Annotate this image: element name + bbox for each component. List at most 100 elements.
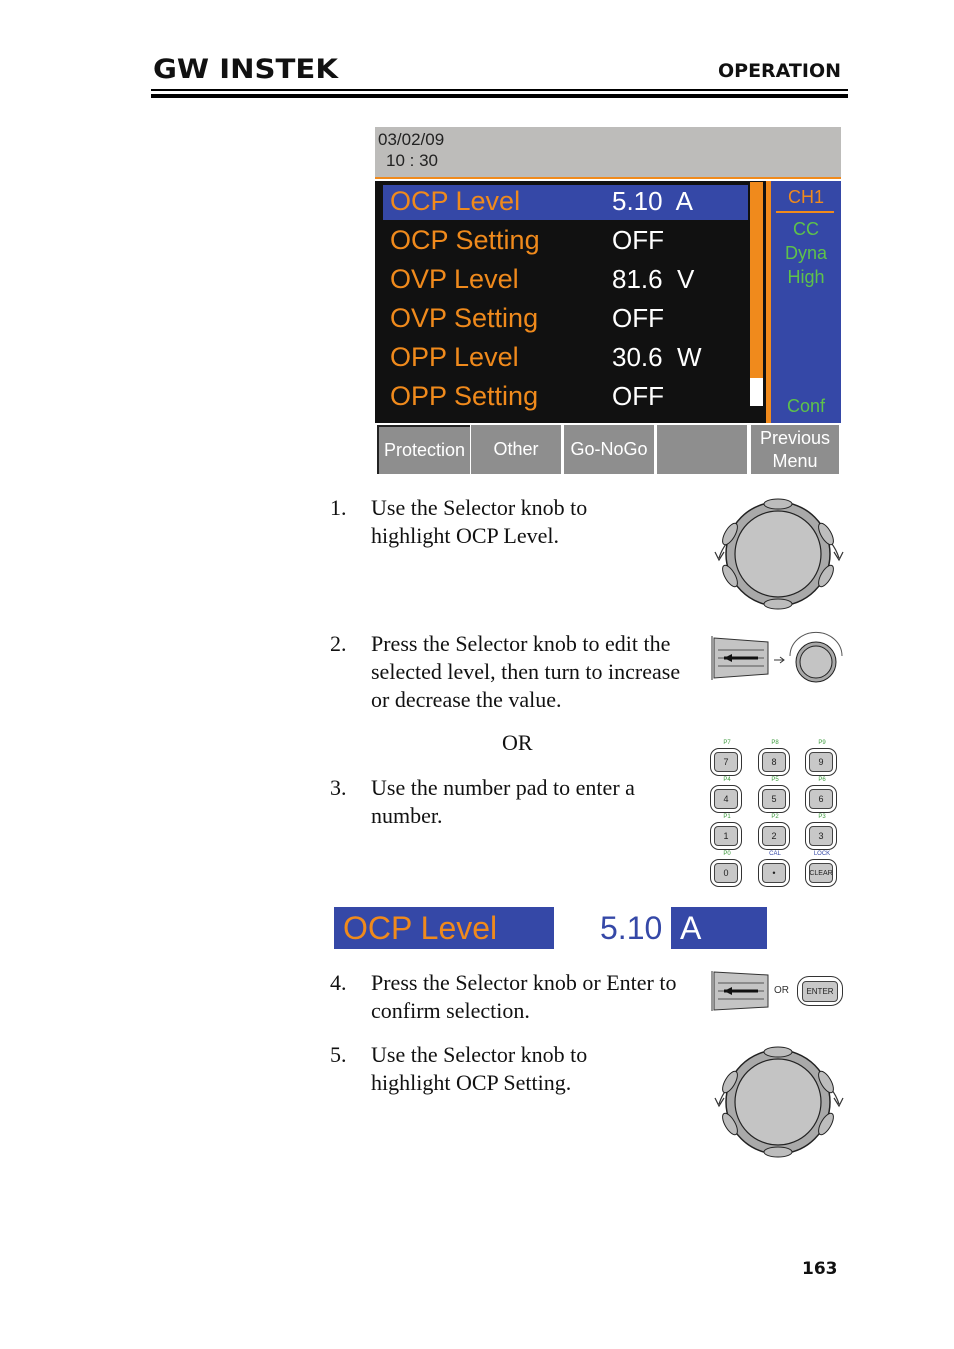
number-keypad: P7 7 P8 8 P9 9 P4 4 P5 5 P6 6 P1 1 P2 2 P3 3 P0 0 CAL • LOCK CL… bbox=[710, 740, 850, 890]
step-text: Press the Selector knob to edit the sele… bbox=[371, 631, 681, 712]
key-function-label: P5 bbox=[771, 777, 779, 783]
keypad-key[interactable]: 4 bbox=[710, 785, 742, 813]
keypad-key[interactable]: 8 bbox=[758, 748, 790, 776]
menu-row-ovp-level[interactable]: OVP Level 81.6 V bbox=[383, 263, 748, 298]
key-label: 6 bbox=[809, 789, 833, 809]
keypad-key[interactable]: 7 bbox=[710, 748, 742, 776]
datetime: 03/02/09 10 : 30 bbox=[378, 129, 444, 171]
key-label: 3 bbox=[809, 826, 833, 846]
row-label: OPP Level bbox=[390, 342, 519, 372]
key-label: 8 bbox=[762, 752, 786, 772]
key-function-label: P6 bbox=[818, 777, 826, 783]
row-value: 30.6 W bbox=[612, 342, 702, 372]
softkey-previous-menu[interactable]: Previous Menu bbox=[751, 425, 839, 474]
enter-key-label: ENTER bbox=[802, 980, 838, 1002]
softkey-blank[interactable] bbox=[657, 425, 747, 474]
or-separator: OR bbox=[502, 730, 533, 755]
row-label: OCP Level bbox=[390, 186, 521, 216]
step-number: 4. bbox=[330, 970, 347, 995]
row-label: OVP Level bbox=[390, 264, 519, 294]
row-label: OCP Setting bbox=[390, 225, 540, 255]
key-function-label: P7 bbox=[723, 740, 731, 746]
press-and-turn-knob-icon bbox=[711, 631, 843, 683]
keypad-key[interactable]: 6 bbox=[805, 785, 837, 813]
page-number: 163 bbox=[802, 1259, 838, 1279]
channel-label: CH1 bbox=[787, 187, 824, 207]
edit-label: OCP Level bbox=[343, 910, 498, 946]
keypad-key[interactable]: 1 bbox=[710, 822, 742, 850]
key-function-label: P9 bbox=[818, 740, 826, 746]
key-label: CLEAR bbox=[809, 863, 833, 883]
section-title: OPERATION bbox=[718, 60, 841, 82]
softkey-other[interactable]: Other bbox=[471, 425, 561, 474]
keypad-key[interactable]: 5 bbox=[758, 785, 790, 813]
step-number: 5. bbox=[330, 1042, 347, 1067]
softkey-line: Menu bbox=[772, 450, 818, 471]
edit-number: 5.10 bbox=[600, 910, 663, 946]
mode-line: CC bbox=[793, 219, 819, 239]
menu-row-ocp-level[interactable]: OCP Level 5.10 A bbox=[383, 185, 748, 220]
step-number: 2. bbox=[330, 631, 347, 656]
selector-knob-press-icon bbox=[711, 971, 769, 1011]
key-function-label: P2 bbox=[771, 814, 779, 820]
key-label: 7 bbox=[714, 752, 738, 772]
key-function-label: P8 bbox=[771, 740, 779, 746]
header-rule-thin bbox=[151, 89, 848, 91]
keypad-key[interactable]: 9 bbox=[805, 748, 837, 776]
step-4: 4. Press the Selector knob or Enter to c… bbox=[330, 969, 700, 1029]
key-function-label: P0 bbox=[723, 851, 731, 857]
key-function-label: CAL bbox=[769, 851, 781, 857]
mode-status: CC Dyna High bbox=[771, 217, 841, 289]
row-value: 81.6 V bbox=[612, 264, 695, 294]
mode-line: High bbox=[787, 267, 825, 287]
softkey-line: Previous bbox=[759, 427, 831, 448]
channel-status-panel: CH1 CC Dyna High Conf bbox=[771, 181, 841, 423]
enter-key[interactable]: ENTER bbox=[797, 976, 843, 1006]
key-label: 2 bbox=[762, 826, 786, 846]
step-text: Use the number pad to enter a number. bbox=[371, 775, 635, 828]
edit-unit: A bbox=[680, 910, 702, 946]
protection-menu-panel: OCP Level 5.10 A OCP Setting OFF OVP Lev… bbox=[375, 181, 766, 423]
row-label: OVP Setting bbox=[390, 303, 539, 333]
channel-divider bbox=[776, 211, 834, 213]
step-number: 1. bbox=[330, 495, 347, 520]
key-label: 5 bbox=[762, 789, 786, 809]
step-5: 5. Use the Selector knob to highlight OC… bbox=[330, 1041, 700, 1101]
softkey-go-nogo[interactable]: Go-NoGo bbox=[564, 425, 654, 474]
selector-knob-turn-icon bbox=[714, 498, 844, 610]
date-text: 03/02/09 bbox=[378, 130, 445, 149]
keypad-key[interactable]: • bbox=[758, 859, 790, 887]
step-2: 2. Press the Selector knob to edit the s… bbox=[330, 630, 700, 720]
key-function-label: P4 bbox=[723, 777, 731, 783]
status-bar: 03/02/09 10 : 30 bbox=[375, 127, 841, 179]
keypad-key[interactable]: CLEAR bbox=[805, 859, 837, 887]
key-label: • bbox=[762, 863, 786, 883]
key-function-label: P1 bbox=[723, 814, 731, 820]
menu-row-opp-level[interactable]: OPP Level 30.6 W bbox=[383, 341, 748, 376]
key-label: 0 bbox=[714, 863, 738, 883]
conf-label: Conf bbox=[786, 396, 826, 416]
row-value: OFF bbox=[612, 303, 664, 333]
menu-row-opp-setting[interactable]: OPP Setting OFF bbox=[383, 380, 748, 415]
key-label: 9 bbox=[809, 752, 833, 772]
step-3: 3. Use the number pad to enter a number. bbox=[330, 774, 700, 834]
menu-row-ocp-setting[interactable]: OCP Setting OFF bbox=[383, 224, 748, 259]
keypad-key[interactable]: 0 bbox=[710, 859, 742, 887]
row-label: OPP Setting bbox=[390, 381, 539, 411]
scrollbar-thumb[interactable] bbox=[750, 182, 763, 378]
step-text: Use the Selector knob to highlight OCP S… bbox=[371, 1042, 588, 1095]
step-1: 1. Use the Selector knob to highlight OC… bbox=[330, 494, 700, 554]
menu-row-ovp-setting[interactable]: OVP Setting OFF bbox=[383, 302, 748, 337]
header-rule-thick bbox=[151, 94, 848, 98]
row-value: OFF bbox=[612, 381, 664, 411]
keypad-key[interactable]: 3 bbox=[805, 822, 837, 850]
step-number: 3. bbox=[330, 775, 347, 800]
key-function-label: P3 bbox=[818, 814, 826, 820]
key-function-label: LOCK bbox=[813, 851, 831, 857]
instrument-screen: 03/02/09 10 : 30 OCP Level 5.10 A OCP Se… bbox=[375, 127, 841, 476]
selector-knob-turn-icon bbox=[714, 1046, 844, 1158]
time-text: 10 : 30 bbox=[386, 151, 438, 170]
gw-instek-logo: GW INSTEK bbox=[153, 54, 338, 85]
keypad-key[interactable]: 2 bbox=[758, 822, 790, 850]
softkey-protection[interactable]: Protection bbox=[377, 425, 470, 474]
